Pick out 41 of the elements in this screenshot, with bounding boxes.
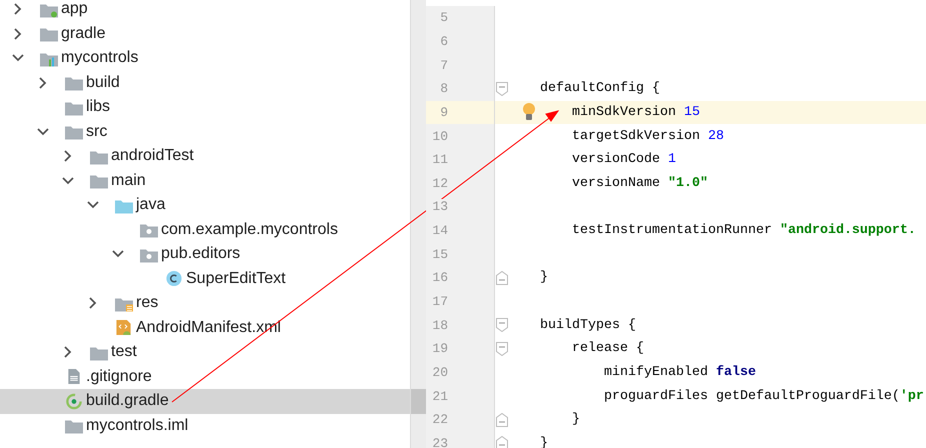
code-line: testInstrumentationRunner "android.support.: [572, 223, 916, 238]
tree-item[interactable]: libs: [0, 95, 410, 120]
tree-item[interactable]: main: [0, 168, 410, 193]
tree-item[interactable]: .gitignore: [0, 364, 410, 389]
fold-marker-icon[interactable]: [496, 436, 508, 448]
tree-item[interactable]: com.example.mycontrols: [0, 218, 410, 242]
scrollbar-thumb[interactable]: [411, 389, 426, 414]
code-line: minifyEnabled false: [604, 364, 756, 380]
tree-item[interactable]: gradle: [0, 22, 410, 46]
fold-marker-icon[interactable]: [496, 82, 508, 96]
code-line: versionName "1.0": [572, 176, 708, 191]
code-line: defaultConfig {: [540, 81, 660, 96]
code-line: proguardFiles getDefaultProguardFile('pr: [604, 388, 924, 404]
tree-item[interactable]: res: [0, 291, 410, 316]
tree-item[interactable]: app: [0, 0, 410, 22]
code-line: }: [540, 270, 548, 286]
manifest-file-icon: [115, 319, 133, 336]
fold-marker-icon[interactable]: [496, 270, 508, 285]
tree-item[interactable]: build.gradle: [0, 389, 410, 414]
lightbulb-icon[interactable]: [522, 102, 536, 122]
tree-item[interactable]: SuperEditText: [0, 266, 410, 291]
code-line: }: [572, 412, 580, 428]
fold-marker-icon[interactable]: [496, 412, 508, 427]
code-line: release {: [572, 341, 644, 356]
tree-item[interactable]: build: [0, 70, 410, 95]
code-line: versionCode 1: [572, 152, 676, 168]
tree-item[interactable]: androidTest: [0, 144, 410, 168]
tree-item[interactable]: pub.editors: [0, 242, 410, 266]
code-line: minSdkVersion 15: [572, 104, 700, 120]
fold-marker-icon[interactable]: [496, 318, 508, 332]
code-line: buildTypes {: [540, 318, 636, 333]
tree-item[interactable]: java: [0, 193, 410, 218]
class-icon: [165, 270, 183, 288]
code-line: targetSdkVersion 28: [572, 128, 724, 144]
line-number: 13: [426, 199, 448, 214]
tree-item[interactable]: test: [0, 340, 410, 364]
fold-marker-icon[interactable]: [496, 342, 508, 356]
tree-item[interactable]: mycontrols: [0, 46, 410, 70]
tree-item[interactable]: mycontrols.iml: [0, 414, 410, 438]
tree-item[interactable]: src: [0, 120, 410, 144]
gradle-file-icon: [65, 392, 83, 410]
